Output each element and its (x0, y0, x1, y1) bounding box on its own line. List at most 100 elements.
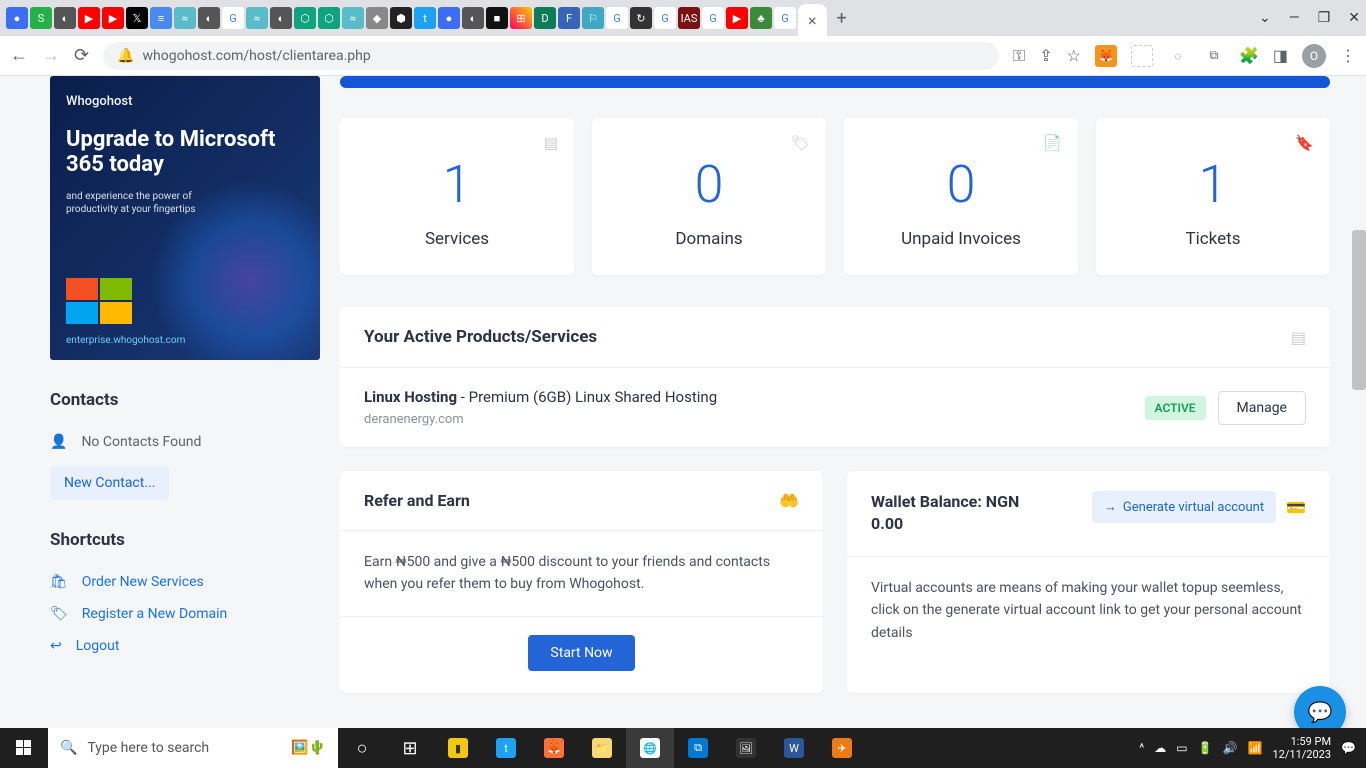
taskbar-clock[interactable]: 1:59 PM 12/11/2023 (1273, 735, 1332, 761)
extension-metamask-icon[interactable]: 🦊 (1095, 45, 1117, 67)
taskbar-telegram[interactable]: ✈ (818, 728, 866, 768)
extension-icon[interactable]: ◌ (1167, 45, 1189, 67)
top-banner[interactable] (340, 76, 1330, 88)
tab-favicon[interactable]: ⚐ (582, 7, 604, 29)
stat-domains[interactable]: 🏷 0 Domains (592, 118, 826, 275)
tab-favicon[interactable]: D (534, 7, 556, 29)
tab-favicon[interactable]: ◐ (198, 7, 220, 29)
tray-battery-icon[interactable]: 🔋 (1198, 741, 1213, 755)
product-name: Linux Hosting - Premium (6GB) Linux Shar… (364, 388, 717, 406)
tray-volume-icon[interactable]: 🔊 (1223, 741, 1238, 755)
address-bar[interactable]: 🔔 whogohost.com/host/clientarea.php (103, 42, 999, 70)
active-products-panel: Your Active Products/Services ▤ Linux Ho… (340, 307, 1330, 447)
manage-button[interactable]: Manage (1218, 391, 1306, 425)
maximize-button[interactable]: ❐ (1318, 10, 1331, 26)
shortcut-order[interactable]: 🛍 Order New Services (50, 566, 320, 598)
tab-favicon[interactable]: ♣ (750, 7, 772, 29)
taskbar-explorer[interactable]: 📁 (578, 728, 626, 768)
taskbar-chrome[interactable]: 🌐 (626, 728, 674, 768)
promo-banner[interactable]: Whogohost Upgrade to Microsoft 365 today… (50, 76, 320, 360)
task-view-button[interactable]: ○ (338, 728, 386, 768)
active-tab[interactable]: × (798, 4, 827, 36)
tab-favicon[interactable]: ≈ (342, 7, 364, 29)
tab-favicon[interactable]: F (558, 7, 580, 29)
scrollbar[interactable] (1352, 230, 1366, 390)
tab-favicon[interactable]: ⬢ (390, 7, 412, 29)
back-button[interactable]: ← (10, 45, 28, 66)
tab-favicon[interactable]: ◐ (462, 7, 484, 29)
taskbar-firefox[interactable]: 🦊 (530, 728, 578, 768)
taskbar-twitter[interactable]: t (482, 728, 530, 768)
tab-favicon[interactable]: ◐ (54, 7, 76, 29)
product-domain: deranenergy.com (364, 412, 717, 427)
tray-wifi-icon[interactable]: 📶 (1248, 741, 1263, 755)
tab-favicon[interactable]: G (702, 7, 724, 29)
tab-favicon[interactable]: ◐ (270, 7, 292, 29)
tab-favicon[interactable]: ▶ (726, 7, 748, 29)
tab-favicon[interactable]: G (774, 7, 796, 29)
extension-icon[interactable] (1131, 45, 1153, 67)
generate-virtual-account-button[interactable]: → Generate virtual account (1092, 491, 1276, 523)
tabs-dropdown-icon[interactable]: ⌄ (1259, 10, 1271, 26)
new-contact-button[interactable]: New Contact... (50, 466, 169, 500)
stat-invoices[interactable]: 📄 0 Unpaid Invoices (844, 118, 1078, 275)
tab-favicon[interactable]: G (654, 7, 676, 29)
extension-icon[interactable]: ⧉ (1203, 45, 1225, 67)
tab-favicon[interactable]: S (30, 7, 52, 29)
tab-favicon[interactable]: ◆ (366, 7, 388, 29)
tab-favicon[interactable]: ⊞ (510, 7, 532, 29)
minimize-button[interactable]: — (1289, 10, 1300, 26)
shortcut-logout[interactable]: ↩ Logout (50, 630, 320, 662)
tab-favicon[interactable]: ⬡ (318, 7, 340, 29)
taskbar-word[interactable]: W (770, 728, 818, 768)
stat-tickets[interactable]: 🔖 1 Tickets (1096, 118, 1330, 275)
chat-fab-button[interactable]: 💬 (1294, 686, 1346, 728)
close-tab-icon[interactable]: × (808, 11, 817, 30)
taskbar-powerbi[interactable]: ▮ (434, 728, 482, 768)
promo-subtitle: and experience the power of productivity… (66, 190, 196, 216)
tab-favicon[interactable]: ■ (486, 7, 508, 29)
sidepanel-icon[interactable]: ◨ (1273, 46, 1288, 65)
tab-favicon[interactable]: ≈ (174, 7, 196, 29)
taskbar-photos[interactable]: 🖼 (722, 728, 770, 768)
site-info-icon[interactable]: 🔔 (117, 48, 134, 64)
close-window-button[interactable]: ✕ (1348, 10, 1360, 26)
tab-favicon[interactable]: ▶ (102, 7, 124, 29)
taskbar-search[interactable]: 🔍 Type here to search 🖼️🌵 (48, 728, 338, 768)
tab-favicon[interactable]: t (414, 7, 436, 29)
shortcut-register-domain[interactable]: 🏷 Register a New Domain (50, 598, 320, 630)
tray-meet-icon[interactable]: ▭ (1176, 741, 1187, 755)
services-icon: ▤ (544, 134, 558, 152)
key-icon[interactable]: ⚿ (1013, 46, 1025, 66)
tab-favicon[interactable]: ● (438, 7, 460, 29)
tab-favicon[interactable]: ↻ (630, 7, 652, 29)
chrome-menu-icon[interactable]: ⋮ (1340, 46, 1356, 65)
reload-button[interactable]: ⟳ (74, 45, 89, 66)
tab-favicon[interactable]: ≡ (150, 7, 172, 29)
tray-onedrive-icon[interactable]: ☁ (1154, 741, 1166, 755)
taskbar-app[interactable]: ⊞ (386, 728, 434, 768)
notification-icon[interactable]: 💬 (1341, 741, 1356, 755)
bookmark-icon[interactable]: ☆ (1067, 46, 1081, 65)
new-tab-button[interactable]: + (829, 8, 855, 29)
tab-favicon[interactable]: ▶ (78, 7, 100, 29)
tab-favicon[interactable]: 𝕏 (126, 7, 148, 29)
share-icon[interactable]: ⇪ (1039, 46, 1052, 65)
tab-favicon[interactable]: ≈ (246, 7, 268, 29)
tab-favicon[interactable]: IAS (678, 7, 700, 29)
tab-favicon[interactable]: ● (6, 7, 28, 29)
taskbar-vscode[interactable]: ⧉ (674, 728, 722, 768)
tray-chevron-icon[interactable]: ^ (1139, 741, 1144, 755)
start-now-button[interactable]: Start Now (528, 635, 634, 671)
extensions-menu-icon[interactable]: 🧩 (1239, 46, 1259, 65)
promo-link: enterprise.whogohost.com (66, 335, 185, 346)
tab-favicon[interactable]: ⬡ (294, 7, 316, 29)
start-button[interactable] (0, 728, 48, 768)
panel-menu-icon[interactable]: ▤ (1291, 328, 1306, 347)
tab-favicon[interactable]: G (606, 7, 628, 29)
profile-avatar[interactable]: O (1302, 44, 1326, 68)
tab-favicon[interactable]: G (222, 7, 244, 29)
invoice-icon: 📄 (1043, 134, 1062, 152)
cart-icon: 🛍 (50, 574, 68, 590)
stat-services[interactable]: ▤ 1 Services (340, 118, 574, 275)
